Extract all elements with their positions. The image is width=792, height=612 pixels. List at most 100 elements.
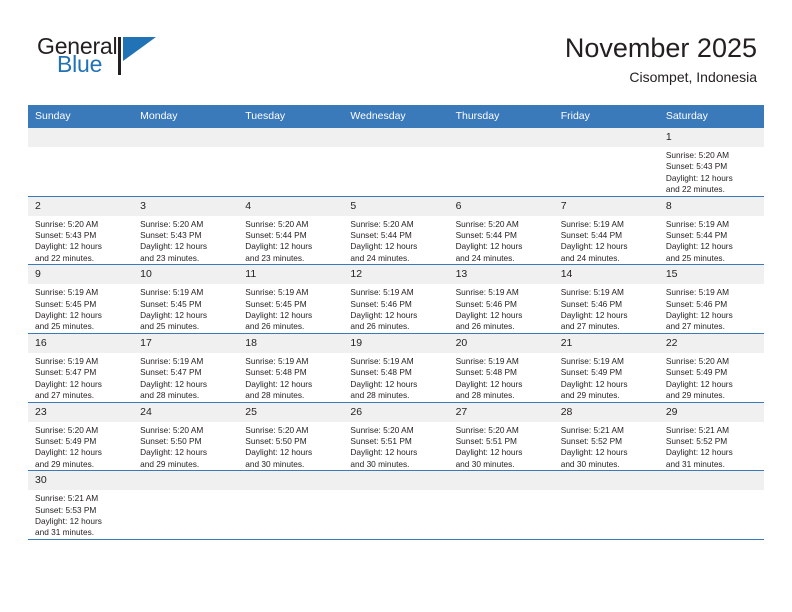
calendar-day-cell[interactable]: 7 Sunrise: 5:19 AM Sunset: 5:44 PM Daylight… (553, 195, 659, 266)
calendar-cell-inner: 4 Sunrise: 5:20 AM Sunset: 5:44 PM Daylight… (238, 196, 344, 265)
calendar-cell-empty (343, 470, 449, 540)
day-number: 24 (133, 402, 239, 422)
day-details: Sunrise: 5:20 AM Sunset: 5:44 PM Daylight:… (343, 216, 448, 265)
calendar-cell-empty (238, 470, 344, 540)
calendar-day-cell[interactable]: 22 Sunrise: 5:20 AM Sunset: 5:49 PM Dayligh… (658, 332, 764, 403)
calendar-day-cell[interactable]: 20 Sunrise: 5:19 AM Sunset: 5:48 PM Dayligh… (448, 332, 554, 403)
calendar-day-cell[interactable]: 3 Sunrise: 5:20 AM Sunset: 5:43 PM Daylight… (133, 195, 239, 266)
day-details: Sunrise: 5:19 AM Sunset: 5:46 PM Daylight:… (659, 284, 764, 333)
calendar-day-cell[interactable]: 1 Sunrise: 5:20 AM Sunset: 5:43 PM Daylight… (658, 127, 764, 197)
calendar-day-cell[interactable]: 5 Sunrise: 5:20 AM Sunset: 5:44 PM Daylight… (343, 195, 449, 266)
day-number: 17 (133, 333, 239, 353)
day-detail-line: and 25 minutes. (665, 252, 725, 263)
calendar-cell-inner: 8 Sunrise: 5:19 AM Sunset: 5:44 PM Daylight… (658, 196, 764, 265)
calendar-cell-inner (448, 471, 554, 539)
day-number (28, 128, 134, 147)
calendar-day-cell[interactable]: 15 Sunrise: 5:19 AM Sunset: 5:46 PM Dayligh… (658, 264, 764, 334)
day-detail-line: and 26 minutes. (245, 321, 305, 332)
day-detail-line: and 23 minutes. (245, 252, 305, 263)
day-detail-line: Sunrise: 5:20 AM (455, 424, 519, 435)
calendar-day-cell[interactable]: 21 Sunrise: 5:19 AM Sunset: 5:49 PM Dayligh… (553, 332, 659, 403)
calendar-day-cell[interactable]: 25 Sunrise: 5:20 AM Sunset: 5:50 PM Dayligh… (238, 401, 344, 472)
day-detail-line: and 30 minutes. (560, 458, 620, 469)
calendar-cell-inner (553, 128, 659, 196)
day-detail-line: and 29 minutes. (140, 458, 200, 469)
calendar-week-row: 16 Sunrise: 5:19 AM Sunset: 5:47 PM Dayligh… (28, 332, 764, 403)
brand-logo[interactable]: General Blue (35, 32, 195, 88)
day-detail-line: Sunrise: 5:20 AM (245, 424, 309, 435)
day-detail-line: Sunset: 5:45 PM (35, 298, 97, 309)
calendar-day-cell[interactable]: 26 Sunrise: 5:20 AM Sunset: 5:51 PM Dayligh… (343, 401, 449, 472)
day-detail-line: and 24 minutes. (455, 252, 515, 263)
calendar-cell-inner (238, 128, 344, 196)
day-detail-line: Daylight: 12 hours (560, 310, 628, 321)
day-number (658, 471, 764, 491)
calendar-cell-inner: 24 Sunrise: 5:20 AM Sunset: 5:50 PM Dayligh… (133, 402, 239, 471)
day-detail-line: Sunset: 5:48 PM (245, 367, 307, 378)
day-details: Sunrise: 5:19 AM Sunset: 5:46 PM Daylight:… (554, 284, 659, 333)
calendar-day-cell[interactable]: 14 Sunrise: 5:19 AM Sunset: 5:46 PM Dayligh… (553, 264, 659, 334)
calendar-day-cell[interactable]: 12 Sunrise: 5:19 AM Sunset: 5:46 PM Dayligh… (343, 264, 449, 334)
calendar-day-cell[interactable]: 28 Sunrise: 5:21 AM Sunset: 5:52 PM Dayligh… (553, 401, 659, 472)
calendar-cell-inner: 29 Sunrise: 5:21 AM Sunset: 5:52 PM Dayligh… (658, 402, 764, 471)
day-detail-line: Daylight: 12 hours (350, 378, 418, 389)
day-detail-line: Daylight: 12 hours (35, 241, 102, 252)
calendar-cell-inner (448, 128, 554, 196)
calendar-cell-empty (133, 127, 239, 197)
day-detail-line: Sunset: 5:45 PM (140, 298, 202, 309)
day-detail-line: Sunrise: 5:20 AM (350, 218, 414, 229)
calendar-day-cell[interactable]: 17 Sunrise: 5:19 AM Sunset: 5:47 PM Dayligh… (133, 332, 239, 403)
day-number (238, 471, 344, 491)
day-detail-line: Sunset: 5:43 PM (665, 161, 728, 172)
day-number (553, 471, 659, 491)
calendar-cell-inner: 30 Sunrise: 5:21 AM Sunset: 5:53 PM Dayligh… (28, 471, 134, 539)
day-detail-line: Sunset: 5:46 PM (455, 298, 517, 309)
day-number: 22 (658, 333, 764, 353)
brand-divider-bar (118, 37, 121, 75)
day-detail-line: Sunrise: 5:20 AM (665, 355, 730, 366)
calendar-day-cell[interactable]: 19 Sunrise: 5:19 AM Sunset: 5:48 PM Dayligh… (343, 332, 449, 403)
day-detail-line: Sunset: 5:44 PM (665, 230, 728, 241)
calendar-week-row: 1 Sunrise: 5:20 AM Sunset: 5:43 PM Daylight… (28, 127, 764, 197)
calendar-cell-inner: 21 Sunrise: 5:19 AM Sunset: 5:49 PM Dayligh… (553, 333, 659, 402)
day-number (343, 128, 449, 147)
day-detail-line: Sunset: 5:53 PM (35, 504, 97, 515)
day-details: Sunrise: 5:20 AM Sunset: 5:43 PM Daylight:… (133, 216, 238, 265)
calendar-day-cell[interactable]: 18 Sunrise: 5:19 AM Sunset: 5:48 PM Dayligh… (238, 332, 344, 403)
calendar-day-cell[interactable]: 13 Sunrise: 5:19 AM Sunset: 5:46 PM Dayligh… (448, 264, 554, 334)
calendar-day-cell[interactable]: 4 Sunrise: 5:20 AM Sunset: 5:44 PM Daylight… (238, 195, 344, 266)
day-details: Sunrise: 5:20 AM Sunset: 5:50 PM Daylight:… (133, 422, 238, 471)
calendar-cell-inner: 28 Sunrise: 5:21 AM Sunset: 5:52 PM Dayligh… (553, 402, 659, 471)
day-detail-line: Sunrise: 5:19 AM (245, 355, 309, 366)
day-details: Sunrise: 5:19 AM Sunset: 5:44 PM Daylight:… (659, 216, 764, 265)
calendar-day-cell[interactable]: 9 Sunrise: 5:19 AM Sunset: 5:45 PM Daylight… (28, 264, 134, 334)
day-detail-line: Daylight: 12 hours (560, 378, 628, 389)
calendar-day-cell[interactable]: 8 Sunrise: 5:19 AM Sunset: 5:44 PM Daylight… (658, 195, 764, 266)
calendar-day-cell[interactable]: 10 Sunrise: 5:19 AM Sunset: 5:45 PM Dayligh… (133, 264, 239, 334)
day-detail-line: Sunset: 5:50 PM (140, 435, 202, 446)
calendar-cell-inner: 16 Sunrise: 5:19 AM Sunset: 5:47 PM Dayligh… (28, 333, 134, 402)
day-details: Sunrise: 5:20 AM Sunset: 5:43 PM Daylight:… (28, 216, 133, 265)
weekday-header-tuesday: Tuesday (238, 105, 344, 128)
calendar-day-cell[interactable]: 11 Sunrise: 5:19 AM Sunset: 5:45 PM Dayligh… (238, 264, 344, 334)
calendar-day-cell[interactable]: 16 Sunrise: 5:19 AM Sunset: 5:47 PM Dayligh… (28, 332, 134, 403)
day-detail-line: Daylight: 12 hours (140, 378, 208, 389)
calendar-cell-inner (658, 471, 764, 539)
day-detail-line: Daylight: 12 hours (560, 241, 628, 252)
calendar-day-cell[interactable]: 6 Sunrise: 5:20 AM Sunset: 5:44 PM Daylight… (448, 195, 554, 266)
calendar-cell-inner: 25 Sunrise: 5:20 AM Sunset: 5:50 PM Dayligh… (238, 402, 344, 471)
day-details: Sunrise: 5:19 AM Sunset: 5:48 PM Daylight:… (449, 353, 554, 402)
day-number: 4 (238, 196, 344, 216)
calendar-day-cell[interactable]: 2 Sunrise: 5:20 AM Sunset: 5:43 PM Daylight… (28, 195, 134, 266)
day-detail-line: Sunset: 5:45 PM (245, 298, 307, 309)
day-number: 20 (448, 333, 554, 353)
calendar-day-cell[interactable]: 27 Sunrise: 5:20 AM Sunset: 5:51 PM Dayligh… (448, 401, 554, 472)
day-number: 29 (658, 402, 764, 422)
calendar-day-cell[interactable]: 29 Sunrise: 5:21 AM Sunset: 5:52 PM Dayligh… (658, 401, 764, 472)
page-subtitle: Cisompet, Indonesia (629, 69, 757, 85)
calendar-day-cell[interactable]: 23 Sunrise: 5:20 AM Sunset: 5:49 PM Dayligh… (28, 401, 134, 472)
day-number (133, 471, 239, 491)
day-detail-line: Sunset: 5:44 PM (455, 230, 517, 241)
calendar-day-cell[interactable]: 24 Sunrise: 5:20 AM Sunset: 5:50 PM Dayligh… (133, 401, 239, 472)
calendar-day-cell[interactable]: 30 Sunrise: 5:21 AM Sunset: 5:53 PM Dayligh… (28, 470, 134, 540)
